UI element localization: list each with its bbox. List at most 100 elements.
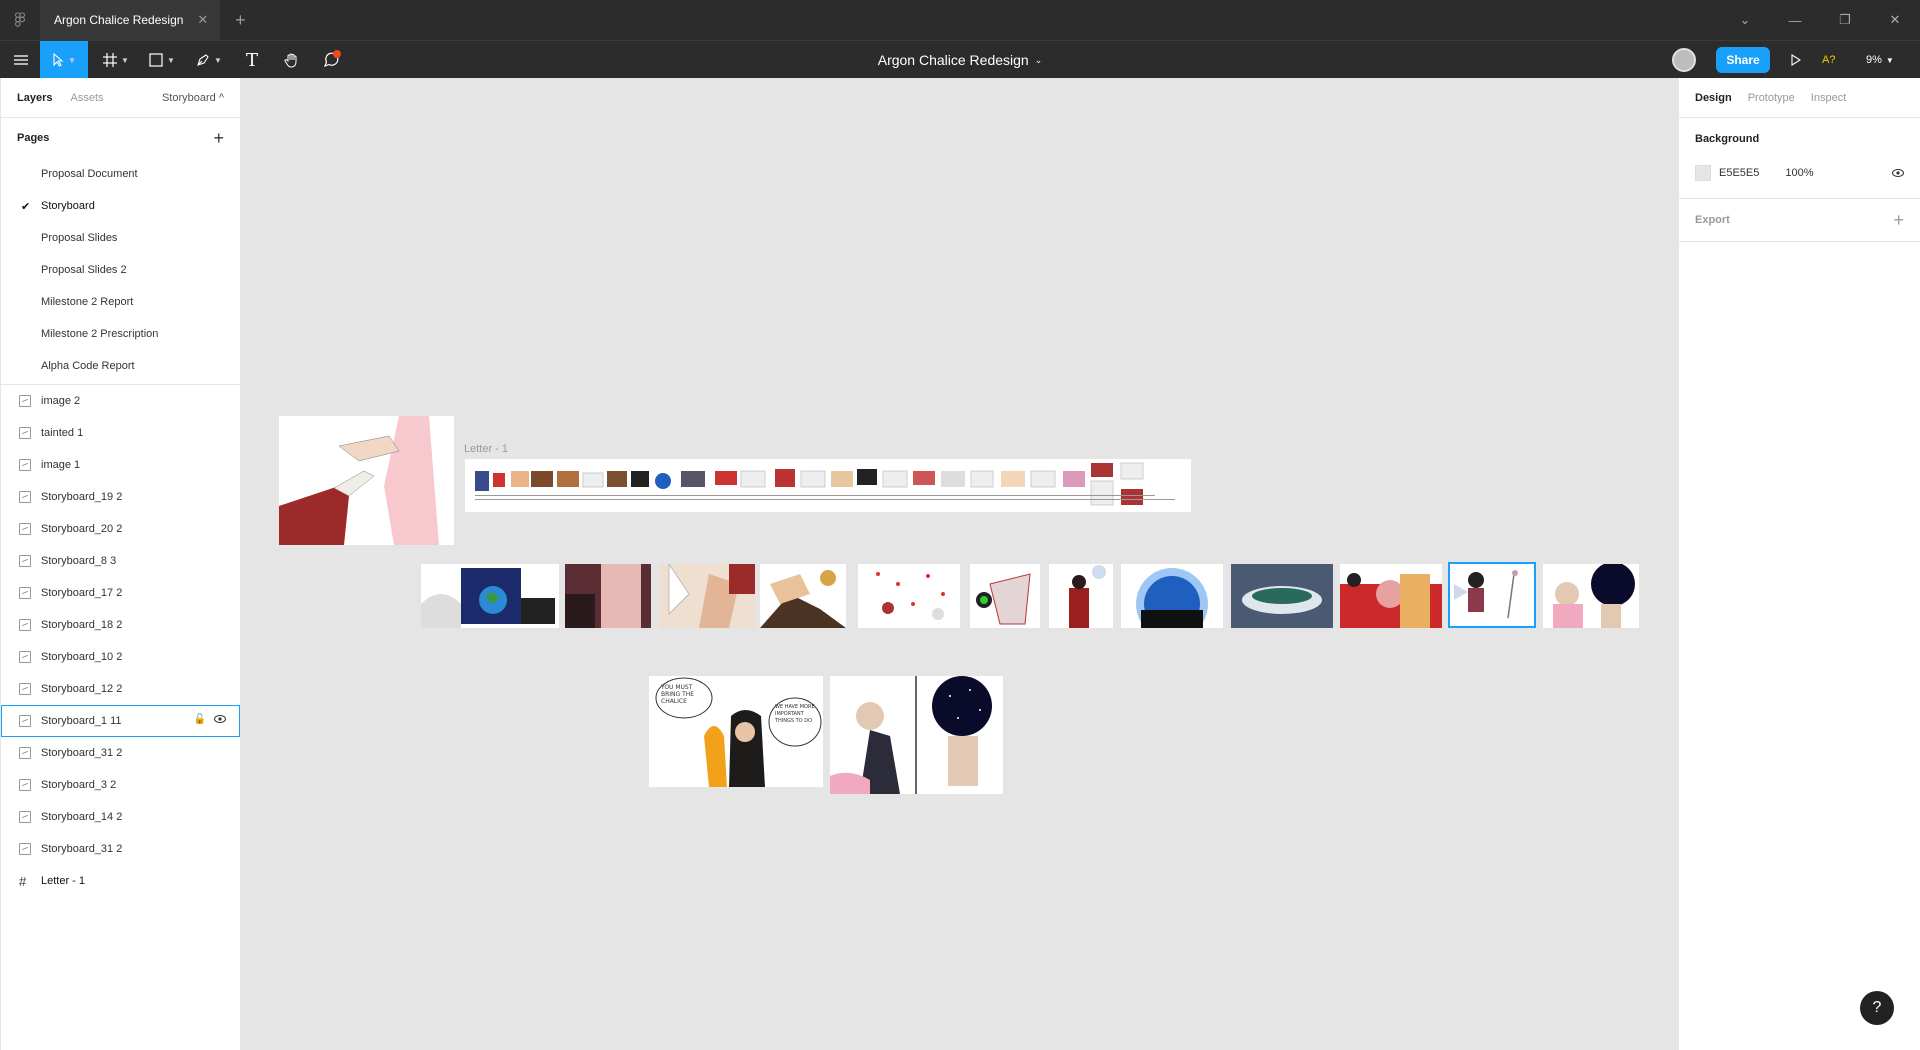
layer-item[interactable]: Storyboard_31 2 <box>1 737 240 769</box>
help-button[interactable]: ? <box>1860 991 1894 1025</box>
document-title-text[interactable]: Argon Chalice Redesign <box>878 52 1029 68</box>
layer-label: tainted 1 <box>41 427 84 439</box>
layer-item[interactable]: Storyboard_18 2 <box>1 609 240 641</box>
canvas-image-storyboard-1-11-selected[interactable] <box>1448 562 1536 628</box>
eye-icon[interactable] <box>214 714 226 726</box>
layer-item[interactable]: Storyboard_31 2 <box>1 833 240 865</box>
canvas-image-comic-cosmos[interactable] <box>830 676 1003 794</box>
layer-item[interactable]: Storyboard_20 2 <box>1 513 240 545</box>
color-swatch[interactable] <box>1695 165 1711 181</box>
canvas-image-storyboard-earth[interactable] <box>421 564 559 628</box>
frame-label[interactable]: Letter - 1 <box>464 443 508 455</box>
speech-bubble-1: YOU MUST BRING THE CHALICE <box>661 684 695 705</box>
page-item[interactable]: Proposal Document <box>1 158 240 190</box>
add-export-icon[interactable]: + <box>1893 210 1904 231</box>
avatar[interactable] <box>1672 48 1696 72</box>
add-page-icon[interactable]: + <box>213 128 224 149</box>
main-menu-icon[interactable] <box>8 41 34 79</box>
image-layer-icon <box>19 747 31 759</box>
chevron-down-icon[interactable]: ⌄ <box>1035 55 1043 66</box>
unlock-icon[interactable]: 🔓 <box>194 714 206 725</box>
layer-item[interactable]: image 2 <box>1 385 240 417</box>
canvas-image-storyboard-red-cloak[interactable] <box>1340 564 1442 628</box>
page-item-label: Alpha Code Report <box>41 360 135 372</box>
canvas-image-storyboard-falling[interactable] <box>858 564 960 628</box>
layer-item[interactable]: Storyboard_10 2 <box>1 641 240 673</box>
comment-tool-icon[interactable] <box>318 41 346 79</box>
page-selector[interactable]: Storyboard ^ <box>162 92 224 104</box>
page-item[interactable]: Milestone 2 Prescription <box>1 318 240 350</box>
zoom-menu[interactable]: 9% ▼ <box>1866 41 1894 79</box>
canvas-image-hands[interactable] <box>279 416 454 545</box>
text-tool-icon[interactable]: T <box>238 41 266 79</box>
present-play-icon[interactable] <box>1786 41 1806 79</box>
layer-item[interactable]: Storyboard_14 2 <box>1 801 240 833</box>
background-hex-input[interactable]: E5E5E5 <box>1719 167 1759 179</box>
new-tab-button[interactable]: + <box>230 10 250 31</box>
move-tool-button[interactable]: ▼ <box>40 41 88 79</box>
share-button[interactable]: Share <box>1716 47 1770 73</box>
eye-icon[interactable] <box>1892 166 1904 180</box>
cursor-icon <box>53 53 64 67</box>
background-opacity-input[interactable]: 100% <box>1785 167 1813 179</box>
frame-tool-button[interactable]: ▼ <box>98 41 134 79</box>
image-layer-icon <box>19 587 31 599</box>
frame-letter-1[interactable] <box>465 459 1191 512</box>
pen-tool-button[interactable]: ▼ <box>190 41 228 79</box>
tab-assets[interactable]: Assets <box>70 92 103 104</box>
layer-item[interactable]: Storyboard_12 2 <box>1 673 240 705</box>
file-tab[interactable]: Argon Chalice Redesign ✕ <box>40 0 221 40</box>
canvas-image-storyboard-sky-city[interactable] <box>1231 564 1333 628</box>
canvas-image-comic-speech[interactable]: YOU MUST BRING THE CHALICE WE HAVE MORE … <box>649 676 823 787</box>
layer-item[interactable]: Storyboard_8 3 <box>1 545 240 577</box>
layer-item[interactable]: Storyboard_1 11 🔓 <box>1 705 240 737</box>
close-tab-icon[interactable]: ✕ <box>197 12 208 28</box>
chevron-down-icon[interactable]: ⌄ <box>1720 0 1770 40</box>
right-panel: Design Prototype Inspect Background E5E5… <box>1678 78 1920 1050</box>
tab-layers[interactable]: Layers <box>17 92 52 104</box>
page-item[interactable]: Proposal Slides <box>1 222 240 254</box>
canvas-image-storyboard-portal[interactable] <box>1121 564 1223 628</box>
layer-frame-letter-1[interactable]: # Letter - 1 <box>1 865 240 897</box>
page-item[interactable]: Alpha Code Report <box>1 350 240 382</box>
tab-design[interactable]: Design <box>1695 92 1732 104</box>
image-layer-icon <box>19 555 31 567</box>
pen-icon <box>197 54 209 66</box>
image-layer-icon <box>19 395 31 407</box>
layer-item[interactable]: image 1 <box>1 449 240 481</box>
page-item[interactable]: Proposal Slides 2 <box>1 254 240 286</box>
tab-inspect[interactable]: Inspect <box>1811 92 1846 104</box>
close-window-icon[interactable]: ✕ <box>1870 0 1920 40</box>
hand-tool-icon[interactable] <box>278 41 306 79</box>
layer-item[interactable]: Storyboard_3 2 <box>1 769 240 801</box>
file-tab-title: Argon Chalice Redesign <box>54 13 184 27</box>
speech-bubble-2: WE HAVE MORE IMPORTANT THINGS TO DO <box>775 704 815 724</box>
layer-item[interactable]: Storyboard_19 2 <box>1 481 240 513</box>
layer-item[interactable]: tainted 1 <box>1 417 240 449</box>
layer-label: Storyboard_8 3 <box>41 555 117 567</box>
canvas-image-storyboard-angels[interactable] <box>659 564 755 628</box>
canvas-image-storyboard-mountain[interactable] <box>760 564 846 628</box>
minimize-icon[interactable]: — <box>1770 0 1820 40</box>
canvas-image-storyboard-creature[interactable] <box>970 564 1040 628</box>
figma-logo-icon[interactable] <box>0 0 40 40</box>
canvas-image-storyboard-figure-red[interactable] <box>1049 564 1113 628</box>
canvas-image-storyboard-cosmos[interactable] <box>1543 564 1639 628</box>
layers-list: image 2 tainted 1 image 1 Storyboard_19 2 St… <box>1 385 240 865</box>
pages-header: Pages + <box>1 118 240 158</box>
missing-fonts-indicator[interactable]: A? <box>1822 41 1835 79</box>
shape-tool-button[interactable]: ▼ <box>144 41 180 79</box>
title-bar: Argon Chalice Redesign ✕ + ⌄ — ❐ ✕ <box>0 0 1920 40</box>
page-item[interactable]: Milestone 2 Report <box>1 286 240 318</box>
layer-label: Storyboard_19 2 <box>41 491 123 503</box>
export-section: Export + <box>1679 199 1920 242</box>
canvas[interactable]: Letter - 1 YOU MUST BRING THE CHALICE WE… <box>241 78 1678 1050</box>
image-layer-icon <box>19 843 31 855</box>
image-layer-icon <box>19 523 31 535</box>
chevron-down-icon: ▼ <box>1885 55 1894 65</box>
canvas-image-storyboard-dark[interactable] <box>565 564 651 628</box>
restore-icon[interactable]: ❐ <box>1820 0 1870 40</box>
layer-item[interactable]: Storyboard_17 2 <box>1 577 240 609</box>
page-item[interactable]: ✔ Storyboard <box>1 190 240 222</box>
tab-prototype[interactable]: Prototype <box>1748 92 1795 104</box>
